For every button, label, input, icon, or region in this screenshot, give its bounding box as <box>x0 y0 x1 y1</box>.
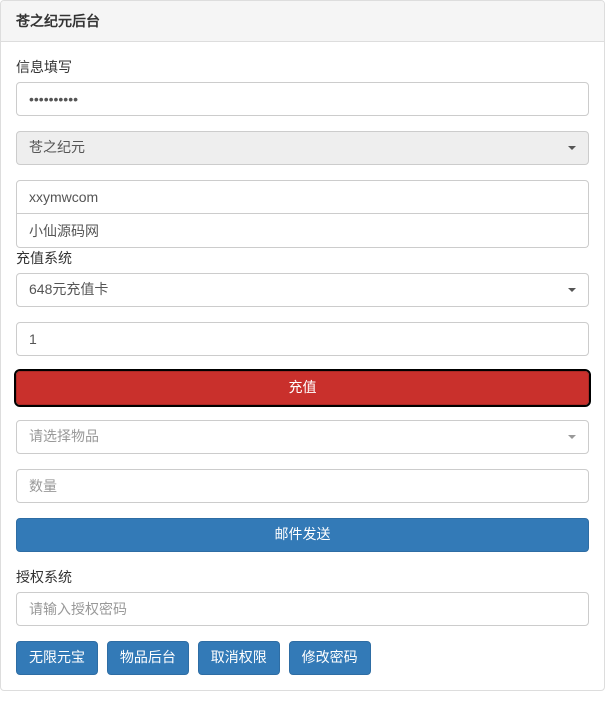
auth-label: 授权系统 <box>16 567 589 587</box>
chevron-down-icon <box>568 146 576 150</box>
password-input[interactable] <box>16 82 589 116</box>
quantity-input[interactable] <box>16 469 589 503</box>
nickname-input[interactable] <box>16 214 589 248</box>
account-group <box>16 180 589 248</box>
amount-input[interactable] <box>16 322 589 356</box>
action-buttons-row: 无限元宝 物品后台 取消权限 修改密码 <box>16 641 589 675</box>
unlimited-yuanbao-button[interactable]: 无限元宝 <box>16 641 98 675</box>
auth-section: 授权系统 <box>16 567 589 626</box>
chevron-down-icon <box>568 288 576 292</box>
quantity-group <box>16 469 589 503</box>
mail-button-group: 邮件发送 <box>16 518 589 552</box>
recharge-section: 充值系统 648元充值卡 <box>16 248 589 307</box>
mail-send-button[interactable]: 邮件发送 <box>16 518 589 552</box>
card-select-value: 648元充值卡 <box>29 281 108 297</box>
account-input[interactable] <box>16 180 589 214</box>
main-panel: 苍之纪元后台 信息填写 苍之纪元 充值系统 648元充值卡 <box>0 0 605 691</box>
panel-title: 苍之纪元后台 <box>16 11 589 31</box>
info-section: 信息填写 <box>16 57 589 116</box>
card-select[interactable]: 648元充值卡 <box>16 273 589 307</box>
game-select-value: 苍之纪元 <box>29 139 85 155</box>
auth-password-input[interactable] <box>16 592 589 626</box>
revoke-permission-button[interactable]: 取消权限 <box>198 641 280 675</box>
item-admin-button[interactable]: 物品后台 <box>107 641 189 675</box>
item-select[interactable]: 请选择物品 <box>16 420 589 454</box>
item-select-group: 请选择物品 <box>16 420 589 454</box>
game-select-group: 苍之纪元 <box>16 131 589 165</box>
recharge-button-group: 充值 <box>16 371 589 405</box>
recharge-button[interactable]: 充值 <box>16 371 589 405</box>
game-select[interactable]: 苍之纪元 <box>16 131 589 165</box>
change-password-button[interactable]: 修改密码 <box>289 641 371 675</box>
panel-body: 信息填写 苍之纪元 充值系统 648元充值卡 充值 <box>1 42 604 690</box>
recharge-label: 充值系统 <box>16 248 589 268</box>
item-select-placeholder: 请选择物品 <box>29 428 99 444</box>
amount-group <box>16 322 589 356</box>
chevron-down-icon <box>568 435 576 439</box>
panel-heading: 苍之纪元后台 <box>1 1 604 42</box>
info-label: 信息填写 <box>16 57 589 77</box>
